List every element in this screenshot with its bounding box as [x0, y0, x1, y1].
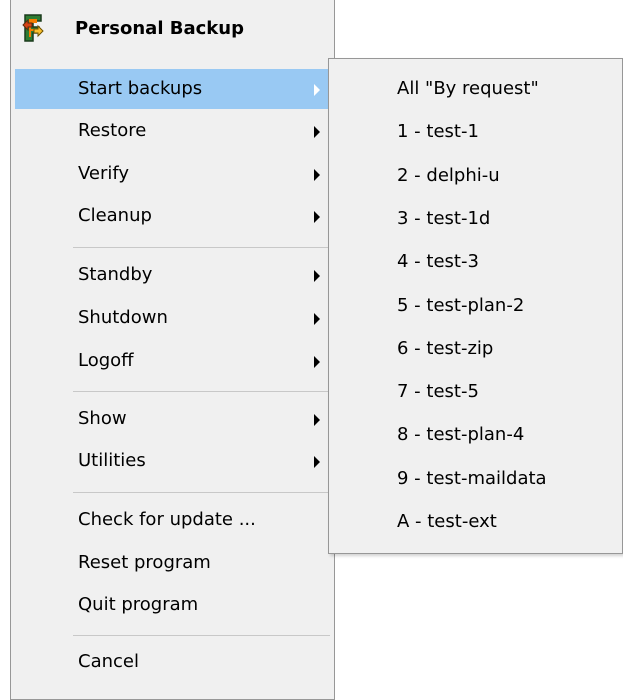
menu-item-restore[interactable]: Restore: [15, 111, 330, 151]
personal-backup-app-icon: [22, 14, 44, 42]
submenu-arrow-icon: [314, 414, 320, 426]
menu-item-shutdown[interactable]: Shutdown: [15, 298, 330, 338]
submenu-item-backup-3[interactable]: 3 - test-1d: [331, 198, 620, 240]
submenu-arrow-icon: [314, 169, 320, 181]
submenu-arrow-icon: [314, 84, 320, 96]
submenu-arrow-icon: [314, 270, 320, 282]
submenu-item-backup-1[interactable]: 1 - test-1: [331, 111, 620, 153]
menu-item-label: Cancel: [78, 651, 139, 672]
menu-item-label: Shutdown: [78, 307, 168, 328]
menu-separator: [73, 391, 330, 392]
menu-item-label: Check for update ...: [78, 509, 256, 530]
submenu-item-label: 3 - test-1d: [397, 208, 491, 229]
submenu-item-label: 8 - test-plan-4: [397, 424, 525, 445]
menu-item-quit-program[interactable]: Quit program: [15, 585, 330, 625]
submenu-item-backup-6[interactable]: 6 - test-zip: [331, 328, 620, 370]
submenu-item-backup-a[interactable]: A - test-ext: [331, 501, 620, 543]
submenu-item-label: 1 - test-1: [397, 121, 479, 142]
submenu-arrow-icon: [314, 313, 320, 325]
start-backups-submenu: All "By request" 1 - test-1 2 - delphi-u…: [328, 58, 623, 554]
menu-separator: [73, 247, 330, 248]
menu-item-label: Verify: [78, 163, 130, 184]
submenu-item-label: 9 - test-maildata: [397, 468, 547, 489]
menu-item-label: Standby: [78, 264, 153, 285]
menu-item-label: Show: [78, 408, 127, 429]
menu-item-label: Cleanup: [78, 205, 152, 226]
menu-item-label: Restore: [78, 120, 147, 141]
menu-item-logoff[interactable]: Logoff: [15, 341, 330, 381]
submenu-arrow-icon: [314, 456, 320, 468]
menu-title: Personal Backup: [75, 18, 244, 39]
submenu-item-backup-2[interactable]: 2 - delphi-u: [331, 155, 620, 197]
submenu-item-all-by-request[interactable]: All "By request": [331, 68, 620, 110]
submenu-item-label: 2 - delphi-u: [397, 165, 500, 186]
menu-item-label: Start backups: [78, 78, 203, 99]
context-menu: Personal Backup Start backups Restore Ve…: [10, 0, 335, 700]
submenu-item-backup-9[interactable]: 9 - test-maildata: [331, 458, 620, 500]
menu-item-label: Utilities: [78, 450, 146, 471]
submenu-arrow-icon: [314, 211, 320, 223]
menu-item-label: Reset program: [78, 552, 211, 573]
submenu-item-backup-8[interactable]: 8 - test-plan-4: [331, 414, 620, 456]
submenu-item-label: 4 - test-3: [397, 251, 479, 272]
menu-item-standby[interactable]: Standby: [15, 255, 330, 295]
submenu-item-label: 7 - test-5: [397, 381, 479, 402]
submenu-item-label: 5 - test-plan-2: [397, 295, 525, 316]
menu-item-verify[interactable]: Verify: [15, 154, 330, 194]
submenu-arrow-icon: [314, 356, 320, 368]
menu-item-start-backups[interactable]: Start backups: [15, 69, 330, 109]
menu-item-show[interactable]: Show: [15, 399, 330, 439]
menu-item-cancel[interactable]: Cancel: [15, 642, 330, 682]
submenu-item-backup-4[interactable]: 4 - test-3: [331, 241, 620, 283]
menu-item-check-for-update[interactable]: Check for update ...: [15, 500, 330, 540]
submenu-item-label: A - test-ext: [397, 511, 497, 532]
menu-separator: [73, 492, 330, 493]
menu-separator: [73, 635, 330, 636]
submenu-item-backup-5[interactable]: 5 - test-plan-2: [331, 285, 620, 327]
menu-item-label: Quit program: [78, 594, 199, 615]
submenu-arrow-icon: [314, 126, 320, 138]
menu-header: Personal Backup: [11, 9, 334, 49]
submenu-item-label: 6 - test-zip: [397, 338, 494, 359]
menu-item-reset-program[interactable]: Reset program: [15, 543, 330, 583]
submenu-item-label: All "By request": [397, 78, 539, 99]
submenu-item-backup-7[interactable]: 7 - test-5: [331, 371, 620, 413]
menu-item-utilities[interactable]: Utilities: [15, 441, 330, 481]
menu-item-cleanup[interactable]: Cleanup: [15, 196, 330, 236]
menu-item-label: Logoff: [78, 350, 134, 371]
